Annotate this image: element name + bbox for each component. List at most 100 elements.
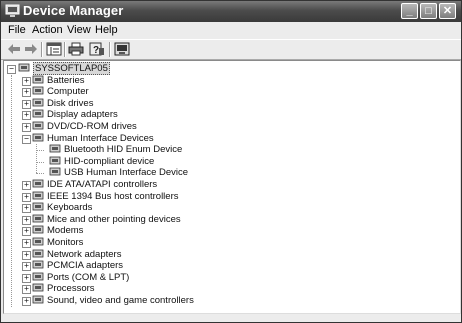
tree-item-label: Modems xyxy=(47,225,84,237)
tree-child-label: HID-compliant device xyxy=(64,155,155,167)
title-bar[interactable]: Device Manager _ □ ✕ xyxy=(1,1,461,22)
tree-root-label: SYSSOFTLAP05 xyxy=(33,62,110,75)
hid-device-icon xyxy=(49,167,61,176)
tree-item-label: Network adapters xyxy=(47,248,122,260)
toolbar-separator xyxy=(109,42,111,57)
tree-item-expander[interactable]: + xyxy=(22,215,31,225)
tree-item-disk-drives[interactable]: Disk drives xyxy=(32,98,93,109)
menu-view[interactable]: View xyxy=(67,24,91,36)
tree-item-expander[interactable]: + xyxy=(22,273,31,283)
tree-item-processors[interactable]: Processors xyxy=(32,283,95,294)
tree-child-bluetooth-hid-enum-device[interactable]: Bluetooth HID Enum Device xyxy=(49,144,182,155)
toolbar-separator xyxy=(64,42,66,57)
pcmcia-adapters-icon xyxy=(32,260,44,269)
toolbar: ? xyxy=(1,39,461,60)
forward-icon[interactable] xyxy=(23,42,39,56)
tree-child-label: USB Human Interface Device xyxy=(64,167,189,179)
tree-item-label: Mice and other pointing devices xyxy=(47,213,181,225)
tree-item-label: PCMCIA adapters xyxy=(47,260,124,272)
tree-item-label: IDE ATA/ATAPI controllers xyxy=(47,179,158,190)
tree-item-network-adapters[interactable]: Network adapters xyxy=(32,249,121,260)
tree-item-expander[interactable]: + xyxy=(22,192,31,202)
tree-item-mice-and-other-pointing-devices[interactable]: Mice and other pointing devices xyxy=(32,214,181,225)
status-bar xyxy=(1,314,461,322)
device-manager-window: Device Manager _ □ ✕ File Action View He… xyxy=(0,0,462,323)
tree-item-expander[interactable]: + xyxy=(22,181,31,190)
tree-item-pcmcia-adapters[interactable]: PCMCIA adapters xyxy=(32,260,123,271)
network-adapters-icon xyxy=(32,249,44,257)
tree-item-expander[interactable]: + xyxy=(22,76,31,86)
tree-item-expander[interactable]: + xyxy=(22,111,31,121)
tree-item-ports-com-lpt[interactable]: Ports (COM & LPT) xyxy=(32,272,129,283)
tree-item-display-adapters[interactable]: Display adapters xyxy=(32,109,118,120)
tree-item-expander[interactable]: + xyxy=(22,88,31,98)
computer-icon xyxy=(32,86,44,95)
menu-file[interactable]: File xyxy=(8,24,26,36)
tree-item-expander[interactable]: − xyxy=(22,134,31,144)
tree-item-ide-ata-atapi-controllers[interactable]: IDE ATA/ATAPI controllers xyxy=(32,179,157,190)
close-button[interactable]: ✕ xyxy=(439,3,456,19)
tree-item-modems[interactable]: Modems xyxy=(32,225,83,236)
tree-item-monitors[interactable]: Monitors xyxy=(32,237,83,248)
disk-drives-icon xyxy=(32,98,44,107)
ieee-1394-bus-host-controllers-icon xyxy=(32,191,44,199)
tree-item-human-interface-devices[interactable]: Human Interface Devices xyxy=(32,133,154,144)
tree-item-label: Display adapters xyxy=(47,109,118,121)
tree-item-label: Sound, video and game controllers xyxy=(47,295,194,306)
tree-root-expander[interactable]: − xyxy=(7,65,16,74)
minimize-button[interactable]: _ xyxy=(401,3,418,19)
update-driver-icon[interactable] xyxy=(114,42,130,56)
menu-bar: File Action View Help xyxy=(1,22,461,39)
tree-item-ieee-1394-bus-host-controllers[interactable]: IEEE 1394 Bus host controllers xyxy=(32,191,179,202)
menu-help[interactable]: Help xyxy=(95,24,118,36)
tree-connector xyxy=(11,74,12,307)
tree-item-batteries[interactable]: Batteries xyxy=(32,75,85,86)
tree-item-expander[interactable]: + xyxy=(22,285,31,295)
window-title: Device Manager xyxy=(23,3,124,18)
tree-item-keyboards[interactable]: Keyboards xyxy=(32,202,92,213)
toolbar-separator xyxy=(41,42,43,57)
tree-child-label: Bluetooth HID Enum Device xyxy=(64,144,183,156)
mice-and-other-pointing-devices-icon xyxy=(32,214,44,223)
tree-child-usb-human-interface-device[interactable]: USB Human Interface Device xyxy=(49,167,188,178)
tree-item-label: Monitors xyxy=(47,237,84,248)
tree-item-expander[interactable]: + xyxy=(22,227,31,237)
tree-item-expander[interactable]: + xyxy=(22,262,31,272)
tree-connector xyxy=(36,173,44,175)
tree-item-computer[interactable]: Computer xyxy=(32,86,89,97)
tree-item-expander[interactable]: + xyxy=(22,250,31,260)
tree-item-label: Human Interface Devices xyxy=(47,132,154,144)
ide-ata-atapi-controllers-icon xyxy=(32,179,44,188)
maximize-button[interactable]: □ xyxy=(420,3,437,19)
processors-icon xyxy=(32,283,44,292)
tree-item-dvd-cd-rom-drives[interactable]: DVD/CD-ROM drives xyxy=(32,121,137,132)
tree-child-hid-compliant-device[interactable]: HID-compliant device xyxy=(49,156,154,167)
tree-item-expander[interactable]: + xyxy=(22,99,31,109)
menu-action[interactable]: Action xyxy=(32,24,63,36)
help-icon[interactable]: ? xyxy=(89,42,105,56)
tree-item-expander[interactable]: + xyxy=(22,297,31,306)
tree-item-expander[interactable]: + xyxy=(22,204,31,214)
tree-item-label: DVD/CD-ROM drives xyxy=(47,121,137,132)
tree-connector xyxy=(36,161,44,163)
batteries-icon xyxy=(32,75,44,83)
svg-text:?: ? xyxy=(93,45,99,56)
print-icon[interactable] xyxy=(68,42,84,56)
tree-item-expander[interactable]: + xyxy=(22,123,31,132)
tree-item-sound-video-and-game-controllers[interactable]: Sound, video and game controllers xyxy=(32,295,194,306)
tree-item-label: Ports (COM & LPT) xyxy=(47,271,130,283)
ports-com-lpt-icon xyxy=(32,272,44,281)
human-interface-devices-icon xyxy=(32,133,44,141)
tree-connector xyxy=(36,144,37,174)
tree-root-computer[interactable]: SYSSOFTLAP05 xyxy=(18,62,110,75)
device-tree[interactable]: − SYSSOFTLAP05 + Batteries + Computer + Disk dr… xyxy=(3,60,461,314)
device-manager-app-icon xyxy=(5,4,20,17)
tree-item-label: IEEE 1394 Bus host controllers xyxy=(47,190,179,202)
tree-item-expander[interactable]: + xyxy=(22,239,31,248)
tree-item-label: Disk drives xyxy=(47,97,94,109)
back-icon[interactable] xyxy=(6,42,22,56)
properties-view-icon[interactable] xyxy=(46,42,62,56)
sound-video-and-game-controllers-icon xyxy=(32,295,44,304)
dvd-cd-rom-drives-icon xyxy=(32,121,44,130)
tree-item-label: Processors xyxy=(47,283,95,295)
